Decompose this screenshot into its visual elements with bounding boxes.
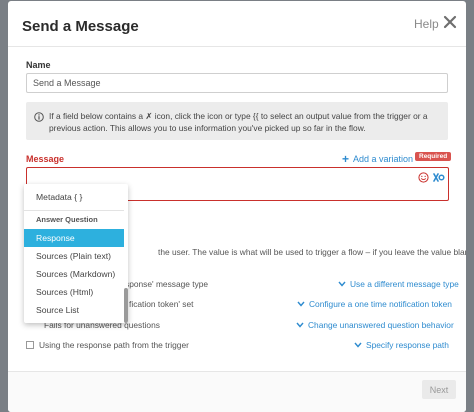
chevron-down-icon [354,342,362,348]
close-icon[interactable] [442,14,458,30]
row-link-label: Configure a one time notification token [309,299,452,309]
use-different-message-type-link[interactable]: Use a different message type [338,279,459,289]
modal-footer [8,371,466,412]
dropdown-scrollbar[interactable] [124,288,128,323]
row-text-notification-token: fication token' set [129,299,194,309]
dropdown-item-sources-markdown[interactable]: Sources (Markdown) [24,265,124,283]
dropdown-item-source-list[interactable]: Source List [24,301,124,319]
plus-icon: + [342,152,350,166]
dropdown-item-response[interactable]: Response [24,229,124,247]
info-icon [34,112,44,122]
emoji-icon[interactable] [418,172,429,183]
help-link[interactable]: Help [414,17,439,31]
row-link-label: Specify response path [366,340,449,350]
name-label: Name [26,60,51,70]
info-banner: If a field below contains a ✗ icon, clic… [26,102,448,140]
output-value-dropdown: Metadata { } Answer Question Response So… [24,184,128,323]
row-text-response-path: Using the response path from the trigger [39,340,189,350]
add-variation-button[interactable]: + Add a variation [342,152,413,166]
chevron-down-icon [297,301,305,307]
dropdown-item-sources-html[interactable]: Sources (Html) [24,283,124,301]
info-text-line1: If a field below contains a ✗ icon, clic… [49,111,428,121]
variable-icon[interactable] [433,172,445,183]
chevron-down-icon [296,322,304,328]
dropdown-item-sources-plain[interactable]: Sources (Plain text) [24,247,124,265]
dropdown-item-metadata[interactable]: Metadata { } [24,188,124,206]
modal-title: Send a Message [22,18,139,35]
row-link-label: Use a different message type [350,279,459,289]
row-link-label: Change unanswered question behavior [308,320,454,330]
name-input[interactable] [26,73,448,93]
info-text: If a field below contains a ✗ icon, clic… [49,110,441,134]
dropdown-divider [24,210,124,211]
specify-response-path-link[interactable]: Specify response path [354,340,449,350]
chevron-down-icon [338,281,346,287]
change-unanswered-behavior-link[interactable]: Change unanswered question behavior [296,320,454,330]
configure-notification-token-link[interactable]: Configure a one time notification token [297,299,452,309]
flag-icon [26,341,34,349]
modal-header: Send a Message Help [8,1,466,47]
dropdown-section-heading: Answer Question [36,215,98,224]
info-text-line2: previous action. This allows you to use … [49,123,366,133]
next-button[interactable]: Next [422,380,456,399]
add-variation-label: Add a variation [353,154,414,164]
required-badge: Required [415,152,452,161]
message-help-text: the user. The value is what will be used… [158,247,466,257]
message-label: Message [26,154,65,164]
